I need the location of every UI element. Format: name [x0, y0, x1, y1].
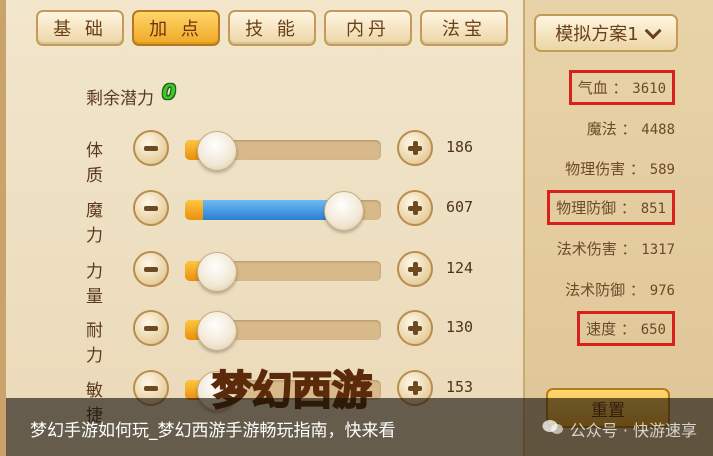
- remaining-points-value: 0: [162, 80, 176, 104]
- decrease-button[interactable]: [133, 190, 169, 226]
- stat-value: 4488: [641, 122, 675, 138]
- increase-button[interactable]: [397, 190, 433, 226]
- stat-phys-attack: 物理伤害 ： 589: [565, 160, 675, 178]
- caption-text: 梦幻手游如何玩_梦幻西游手游畅玩指南，快来看: [30, 421, 396, 441]
- stat-hp: 气血 ： 3610: [568, 70, 675, 105]
- game-window: 基 础 加 点 技 能 内丹 法宝 模拟方案1 气血 ： 3610 魔法 ： 4…: [0, 0, 713, 456]
- decrease-button[interactable]: [133, 130, 169, 166]
- attribute-value: 607: [446, 198, 474, 216]
- attribute-slider[interactable]: [185, 311, 381, 351]
- stat-label: 物理伤害: [565, 160, 626, 178]
- watermark-text: 公众号 · 快游速享: [569, 421, 697, 440]
- stat-value: 976: [649, 283, 675, 299]
- attribute-slider[interactable]: [185, 191, 381, 231]
- stat-phys-defense: 物理防御 ： 851: [547, 190, 675, 225]
- attribute-value: 153: [446, 378, 474, 396]
- stat-speed: 速度 ： 650: [577, 311, 675, 346]
- scheme-label: 模拟方案1: [555, 24, 639, 45]
- tab-inner-core[interactable]: 内丹: [324, 10, 412, 46]
- stat-label: 法术防御: [565, 281, 626, 299]
- scheme-dropdown[interactable]: 模拟方案1: [534, 14, 678, 52]
- stat-value: 1317: [641, 242, 675, 258]
- slider-handle[interactable]: [196, 252, 237, 292]
- attribute-value: 186: [446, 138, 474, 156]
- increase-button[interactable]: [397, 251, 433, 287]
- stat-label: 法术伤害: [556, 240, 617, 258]
- stat-label: 速度: [586, 320, 617, 338]
- tab-skills[interactable]: 技 能: [228, 10, 316, 46]
- stat-magic-attack: 法术伤害 ： 1317: [556, 240, 675, 258]
- stat-value: 589: [649, 162, 675, 178]
- decrease-button[interactable]: [133, 310, 169, 346]
- attribute-slider[interactable]: [185, 131, 381, 171]
- stat-magic-defense: 法术防御 ： 976: [565, 281, 675, 299]
- increase-button[interactable]: [397, 310, 433, 346]
- stat-value: 3610: [632, 81, 666, 97]
- attribute-label: 耐力: [86, 321, 103, 366]
- slider-handle[interactable]: [196, 311, 237, 351]
- stat-mp: 魔法 ： 4488: [586, 120, 675, 138]
- slider-base-fill: [185, 200, 203, 220]
- tab-treasure[interactable]: 法宝: [420, 10, 508, 46]
- decrease-button[interactable]: [133, 251, 169, 287]
- stat-value: 851: [640, 201, 666, 217]
- tab-basics[interactable]: 基 础: [36, 10, 124, 46]
- stat-label: 气血: [577, 79, 608, 97]
- stat-label: 物理防御: [556, 199, 617, 217]
- attribute-value: 130: [446, 318, 474, 336]
- attribute-label: 体质: [86, 141, 103, 186]
- wechat-icon: [542, 418, 564, 440]
- remaining-points-label: 剩余潜力: [86, 89, 154, 109]
- slider-added-fill: [202, 200, 331, 220]
- attribute-label: 魔力: [86, 201, 103, 246]
- slider-handle[interactable]: [324, 191, 365, 231]
- tab-add-points[interactable]: 加 点: [132, 10, 220, 46]
- tab-bar: 基 础 加 点 技 能 内丹 法宝: [36, 10, 508, 46]
- stat-value: 650: [640, 322, 666, 338]
- watermark: 公众号 · 快游速享: [542, 417, 697, 441]
- increase-button[interactable]: [397, 130, 433, 166]
- attribute-value: 124: [446, 259, 474, 277]
- chevron-down-icon: [644, 22, 662, 40]
- attribute-label: 力量: [86, 262, 103, 307]
- caption-bar: 梦幻手游如何玩_梦幻西游手游畅玩指南，快来看 公众号 · 快游速享: [6, 398, 713, 456]
- slider-handle[interactable]: [196, 131, 237, 171]
- stat-label: 魔法: [586, 120, 617, 138]
- attribute-slider[interactable]: [185, 252, 381, 292]
